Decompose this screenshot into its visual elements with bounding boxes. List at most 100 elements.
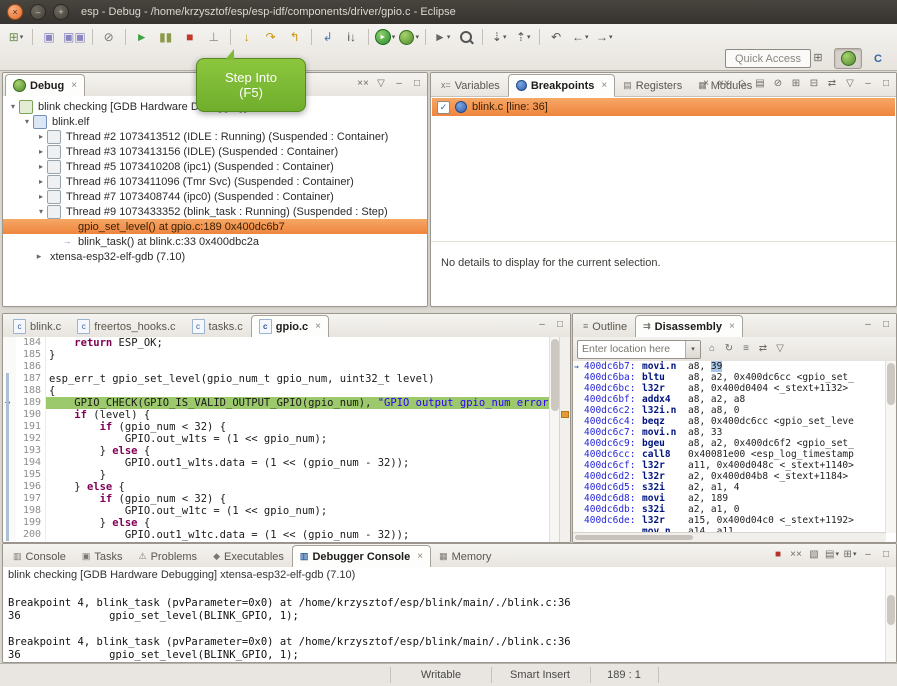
tab-tasks[interactable]: ▣ Tasks — [74, 545, 131, 568]
refresh-button[interactable]: ↻ — [722, 342, 736, 357]
close-icon[interactable]: × — [601, 80, 607, 91]
debug-tree-item[interactable]: ▾Thread #9 1073433352 (blink_task : Runn… — [3, 204, 427, 219]
clear-console-button[interactable]: ▧ — [807, 547, 821, 562]
remove-all-breakpoints-button[interactable]: ×× — [717, 76, 731, 91]
back-button[interactable]: ←▾ — [568, 27, 592, 47]
disassembly-line[interactable]: 400dc6cf:l32ra11, 0x400d048c <_stext+114… — [573, 460, 886, 471]
disassembly-line[interactable]: 400dc6ba:bltua8, a2, 0x400dc6cc <gpio_se… — [573, 372, 886, 383]
disassembly-line[interactable]: →400dc6b7:movi.na8, 39 — [573, 361, 886, 372]
tab-memory[interactable]: ▦ Memory — [431, 545, 499, 568]
previous-annotation-button[interactable]: ⇡▾ — [511, 27, 535, 47]
code-editor[interactable]: 184 return ESP_OK;185}186187esp_err_t gp… — [3, 337, 550, 542]
maximize-button[interactable]: □ — [879, 76, 893, 91]
debug-tree-item[interactable]: ▸Thread #3 1073413156 (IDLE) (Suspended … — [3, 144, 427, 159]
view-menu-button[interactable]: ▽ — [374, 76, 388, 91]
close-icon[interactable]: × — [417, 551, 423, 562]
scrollbar-thumb[interactable] — [551, 339, 559, 411]
overview-marker[interactable] — [561, 411, 569, 418]
debug-tree-item[interactable]: →gpio_set_level() at gpio.c:189 0x400dc6… — [3, 219, 427, 234]
tab-registers[interactable]: ▤ Registers — [615, 74, 690, 97]
annotation-ruler[interactable] — [3, 337, 16, 349]
disassembly-line[interactable]: 400dc6bc:l32ra8, 0x400d0404 <_stext+1132… — [573, 383, 886, 394]
instruction-stepping-button[interactable]: i↓ — [340, 27, 364, 47]
annotation-ruler[interactable] — [3, 493, 16, 505]
disassembly-line[interactable]: 400dc6cc:call80x40081e00 <esp_log_timest… — [573, 449, 886, 460]
disassembly-line[interactable]: 400dc6de:l32ra15, 0x400d04c0 <_stext+119… — [573, 515, 886, 526]
terminate-button[interactable]: ■ — [771, 547, 785, 562]
remove-breakpoint-button[interactable]: × — [699, 76, 713, 91]
view-menu-button[interactable]: ▽ — [843, 76, 857, 91]
terminate-button[interactable]: ■ — [178, 27, 202, 47]
annotation-ruler[interactable] — [3, 457, 16, 469]
disconnect-button[interactable]: ⊥ — [202, 27, 226, 47]
tab-blink-c[interactable]: c blink.c — [5, 315, 69, 338]
maximize-button[interactable]: □ — [879, 317, 893, 332]
expand-arrow-icon[interactable]: ▾ — [7, 102, 19, 111]
view-menu-button[interactable]: ▽ — [773, 342, 787, 357]
close-icon[interactable]: × — [729, 321, 735, 332]
run-button[interactable]: ►▾ — [373, 27, 398, 47]
disassembly-line[interactable]: 400dc6d8:movia2, 189 — [573, 493, 886, 504]
last-edit-location-button[interactable]: ↶ — [544, 27, 568, 47]
maximize-button[interactable]: □ — [879, 547, 893, 562]
skip-all-breakpoints-button[interactable]: ⊘ — [97, 27, 121, 47]
disassembly-horizontal-scrollbar[interactable] — [573, 532, 886, 542]
annotation-ruler[interactable] — [3, 529, 16, 541]
debug-tree-item[interactable]: ▸Thread #2 1073413512 (IDLE : Running) (… — [3, 129, 427, 144]
annotation-ruler[interactable] — [3, 385, 16, 397]
annotation-ruler[interactable] — [3, 421, 16, 433]
debug-tree-item[interactable]: ▸Thread #6 1073411096 (Tmr Svc) (Suspend… — [3, 174, 427, 189]
expand-arrow-icon[interactable]: ▾ — [21, 117, 33, 126]
disassembly-line[interactable]: 400dc6d2:l32ra2, 0x400d04b8 <_stext+1184… — [573, 471, 886, 482]
new-wizard-button[interactable]: ⊞▾ — [4, 27, 28, 47]
minimize-button[interactable]: – — [861, 76, 875, 91]
maximize-button[interactable]: + — [53, 4, 69, 20]
minimize-button[interactable]: – — [535, 317, 549, 332]
minimize-button[interactable]: – — [861, 547, 875, 562]
scrollbar-thumb[interactable] — [887, 595, 895, 625]
resume-button[interactable]: ► — [130, 27, 154, 47]
external-tools-button[interactable]: ►▾ — [430, 27, 454, 47]
location-combo[interactable]: Enter location here ▾ — [577, 340, 701, 359]
save-all-button[interactable]: ▣▣ — [61, 27, 88, 47]
next-annotation-button[interactable]: ⇣▾ — [487, 27, 511, 47]
expand-arrow-icon[interactable]: ▸ — [35, 177, 47, 186]
tab-breakpoints[interactable]: Breakpoints × — [508, 74, 615, 97]
annotation-ruler[interactable] — [3, 409, 16, 421]
console-vertical-scrollbar[interactable] — [885, 567, 896, 662]
skip-all-breakpoints-button[interactable]: ⊘ — [771, 76, 785, 91]
tab-executables[interactable]: ◆ Executables — [205, 545, 292, 568]
collapse-all-button[interactable]: ⊟ — [807, 76, 821, 91]
home-button[interactable]: ⌂ — [705, 342, 719, 357]
annotation-ruler[interactable] — [3, 481, 16, 493]
expand-arrow-icon[interactable]: ▸ — [35, 192, 47, 201]
debug-tree-item[interactable]: ▸Thread #5 1073410208 (ipc1) (Suspended … — [3, 159, 427, 174]
maximize-button[interactable]: □ — [410, 76, 424, 91]
disassembly-line[interactable]: 400dc6db:s32ia2, a1, 0 — [573, 504, 886, 515]
close-icon[interactable]: × — [315, 321, 321, 332]
debug-tree-item[interactable]: ▸Thread #7 1073408744 (ipc0) (Suspended … — [3, 189, 427, 204]
forward-button[interactable]: →▾ — [592, 27, 616, 47]
disassembly-line[interactable]: 400dc6c9:bgeua8, a2, 0x400dc6f2 <gpio_se… — [573, 438, 886, 449]
display-selected-console-button[interactable]: ▤▾ — [825, 547, 839, 562]
debug-button[interactable]: ▾ — [397, 27, 421, 47]
remove-all-launches-button[interactable]: ×× — [789, 547, 803, 562]
cpp-perspective-button[interactable]: C — [865, 49, 891, 68]
maximize-button[interactable]: □ — [553, 317, 567, 332]
debug-perspective-button[interactable] — [834, 48, 862, 69]
tab-debugger-console[interactable]: ▥ Debugger Console × — [292, 545, 431, 568]
disassembly-line[interactable]: 400dc6c2:l32i.na8, a8, 0 — [573, 405, 886, 416]
suspend-button[interactable]: ▮▮ — [154, 27, 178, 47]
tab-problems[interactable]: ⚠ Problems — [131, 545, 206, 568]
combo-dropdown-button[interactable]: ▾ — [685, 341, 700, 358]
disassembly-vertical-scrollbar[interactable] — [885, 361, 896, 533]
open-console-button[interactable]: ⊞▾ — [843, 547, 857, 562]
tab-gpio-c[interactable]: c gpio.c × — [251, 315, 329, 338]
console-output[interactable]: blink checking [GDB Hardware Debugging] … — [3, 567, 886, 662]
show-breakpoints-for-selection-button[interactable]: ◇ — [735, 76, 749, 91]
expand-arrow-icon[interactable]: ▸ — [35, 147, 47, 156]
minimize-button[interactable]: – — [392, 76, 406, 91]
scrollbar-thumb[interactable] — [575, 535, 693, 540]
debug-tree-item[interactable]: ▸xtensa-esp32-elf-gdb (7.10) — [3, 249, 427, 264]
debug-tree-item[interactable]: ▾blink.elf — [3, 114, 427, 129]
